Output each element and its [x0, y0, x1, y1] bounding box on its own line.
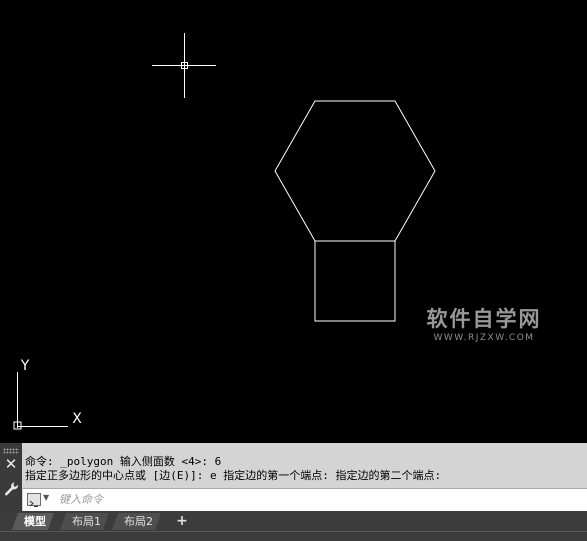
crosshair-cursor-icon	[152, 33, 216, 98]
command-line-panel: ✕ 命令: _polygon 输入侧面数 <4>: 6 指定正多边形的中心点或 …	[0, 443, 587, 511]
square-shape[interactable]	[314, 240, 396, 322]
tab-bar-divider	[0, 531, 587, 532]
command-history-line: 指定正多边形的中心点或 [边(E)]: e 指定边的第一个端点: 指定边的第二个…	[25, 469, 442, 482]
command-panel-grip[interactable]: ✕	[0, 443, 22, 511]
drawing-canvas[interactable]: Y X	[0, 0, 587, 443]
chevron-down-icon[interactable]: ▼	[43, 493, 49, 502]
wrench-icon[interactable]	[3, 481, 19, 497]
tab-layout1[interactable]: 布局1	[60, 513, 109, 530]
plus-icon[interactable]: +	[172, 512, 192, 530]
hexagon-shape[interactable]	[274, 100, 436, 242]
tab-layout2[interactable]: 布局2	[112, 513, 161, 530]
command-history: 命令: _polygon 输入侧面数 <4>: 6 指定正多边形的中心点或 [边…	[25, 455, 585, 483]
command-prompt-icon[interactable]	[27, 493, 41, 507]
command-input[interactable]	[59, 491, 579, 508]
ucs-x-label: X	[72, 411, 82, 427]
grip-handle-icon[interactable]	[3, 448, 19, 454]
layout-tab-bar: 模型 布局1 布局2 +	[0, 511, 587, 541]
command-input-row: ▼	[23, 488, 587, 511]
command-history-line: 命令: _polygon 输入侧面数 <4>: 6	[25, 455, 222, 468]
ucs-icon	[13, 372, 68, 430]
close-icon[interactable]: ✕	[3, 456, 19, 472]
tab-model[interactable]: 模型	[12, 513, 54, 530]
ucs-y-label: Y	[20, 358, 30, 374]
